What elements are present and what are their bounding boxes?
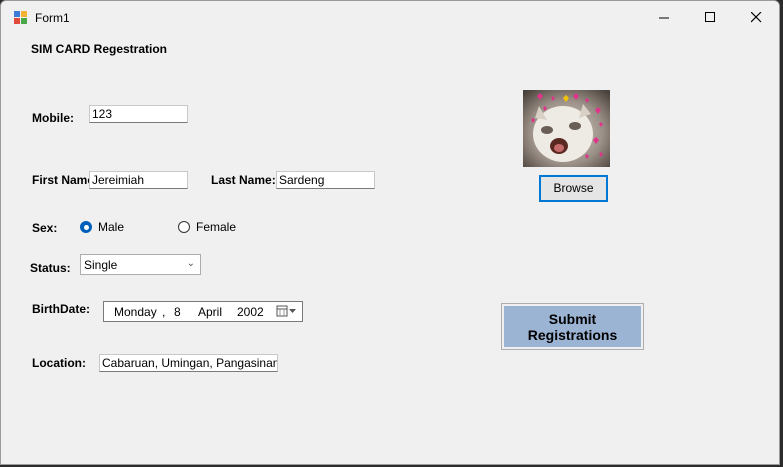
location-input[interactable]: Cabaruan, Umingan, Pangasinan [99, 354, 278, 372]
sex-male-radio[interactable]: Male [80, 220, 124, 234]
sex-female-label: Female [196, 220, 237, 234]
radio-selected-icon [80, 221, 92, 233]
title-bar[interactable]: Form1 [1, 1, 779, 34]
first-name-label: First Name [32, 173, 95, 187]
chevron-down-icon: ⌄ [186, 258, 195, 269]
last-name-input[interactable]: Sardeng [276, 171, 375, 189]
birthdate-year: 2002 [237, 305, 264, 319]
submit-label-line1: Submit [548, 310, 597, 327]
calendar-icon[interactable] [276, 305, 298, 318]
browse-button[interactable]: Browse [539, 175, 608, 202]
sex-female-radio[interactable]: Female [178, 220, 236, 234]
birthdate-label: BirthDate: [32, 302, 91, 316]
status-value: Single [84, 258, 118, 272]
location-label: Location: [32, 356, 86, 370]
submit-button-face: Submit Registrations [504, 306, 641, 347]
form-window: Form1 SIM CARD Regestration Mobile: 123 … [0, 0, 780, 465]
mobile-label: Mobile: [32, 111, 74, 125]
minimize-icon [658, 17, 669, 19]
sex-male-label: Male [98, 220, 125, 234]
birthdate-separator: , [162, 305, 166, 319]
mobile-input[interactable]: 123 [89, 105, 188, 123]
form-icon [14, 11, 28, 25]
maximize-button[interactable] [687, 1, 733, 34]
birthdate-day-name: Monday [114, 305, 157, 319]
birthdate-month: April [198, 305, 223, 319]
birthdate-picker[interactable]: Monday , 8 April 2002 [103, 301, 303, 322]
sex-label: Sex: [32, 221, 58, 235]
minimize-button[interactable] [641, 1, 687, 34]
close-button[interactable] [733, 1, 779, 34]
birthdate-day: 8 [174, 305, 181, 319]
radio-unselected-icon [178, 221, 190, 233]
form-heading: SIM CARD Regestration [31, 42, 168, 56]
close-icon [750, 12, 761, 23]
first-name-input[interactable]: Jereimiah [89, 171, 188, 189]
status-select[interactable]: Single ⌄ [80, 254, 201, 275]
submit-label-line2: Registrations [527, 326, 618, 343]
window-title: Form1 [35, 11, 70, 25]
status-label: Status: [30, 261, 71, 275]
cat-photo [523, 90, 610, 167]
submit-button[interactable]: Submit Registrations [501, 303, 644, 350]
maximize-icon [704, 12, 715, 22]
last-name-label: Last Name: [211, 173, 276, 187]
